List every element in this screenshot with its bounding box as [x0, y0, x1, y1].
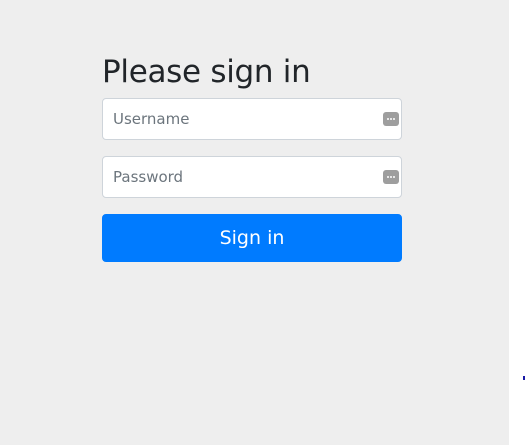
- sign-in-form: Please sign in Sign in: [102, 52, 402, 262]
- password-input[interactable]: [103, 157, 373, 197]
- username-input[interactable]: [103, 99, 373, 139]
- page-title: Please sign in: [102, 54, 311, 90]
- page-background: Please sign in Sign in: [0, 0, 509, 445]
- password-manager-icon[interactable]: [383, 170, 399, 184]
- password-field: [102, 156, 402, 198]
- sign-in-button[interactable]: Sign in: [102, 214, 402, 262]
- username-field: [102, 98, 402, 140]
- password-manager-icon[interactable]: [383, 112, 399, 126]
- edge-mark: [523, 376, 525, 380]
